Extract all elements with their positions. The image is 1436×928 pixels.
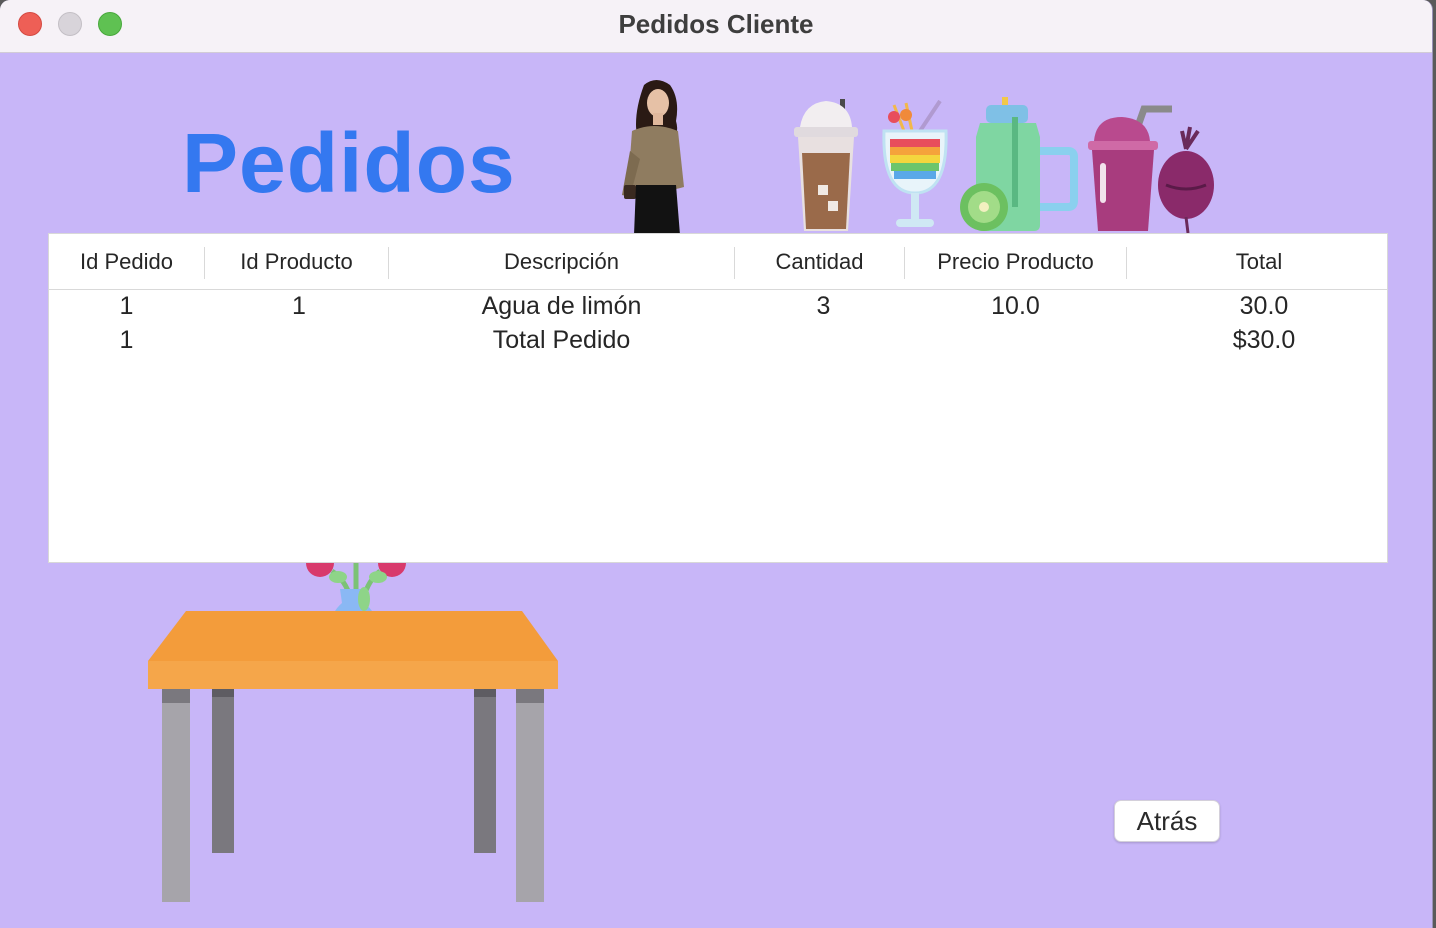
column-header-id-producto[interactable]: Id Producto [205,234,388,289]
column-header-descripcion[interactable]: Descripción [389,234,734,289]
back-button[interactable]: Atrás [1114,800,1220,842]
table-with-vase-illustration [148,553,558,902]
column-header-total[interactable]: Total [1127,234,1391,289]
cell-id-pedido: 1 [119,292,134,320]
table-row[interactable]: 1 1 Agua de limón 3 10.0 30.0 [49,290,1387,324]
app-window: Pedidos Cliente Pedidos Id Pedido Id Pro… [0,0,1433,928]
column-header-id-pedido[interactable]: Id Pedido [49,234,204,289]
page-title: Pedidos [182,116,516,210]
green-juice-jar-icon [960,97,1078,231]
title-bar: Pedidos Cliente [0,0,1432,53]
cell-descripcion: Agua de limón [481,292,642,320]
cell-descripcion: Total Pedido [492,326,631,354]
smoothie-beet-icon [1088,105,1214,233]
cell-id-producto: 1 [292,292,306,320]
iced-coffee-icon [794,99,858,231]
column-header-precio-producto[interactable]: Precio Producto [905,234,1126,289]
table-row[interactable]: 1 Total Pedido $30.0 [49,324,1387,358]
cell-total: 30.0 [1239,292,1289,320]
cell-precio-producto: 10.0 [991,292,1040,320]
cell-id-pedido: 1 [119,326,134,354]
cell-total: $30.0 [1232,326,1296,354]
column-header-cantidad[interactable]: Cantidad [735,234,904,289]
table-header: Id Pedido Id Producto Descripción Cantid… [49,234,1387,290]
window-title: Pedidos Cliente [618,9,814,39]
cell-cantidad: 3 [816,292,831,320]
rainbow-drink-icon [882,99,948,227]
orders-table[interactable]: Id Pedido Id Producto Descripción Cantid… [48,233,1388,563]
content-area: Pedidos Id Pedido Id Producto Descripció… [2,53,1430,928]
woman-figure-image [622,80,684,235]
